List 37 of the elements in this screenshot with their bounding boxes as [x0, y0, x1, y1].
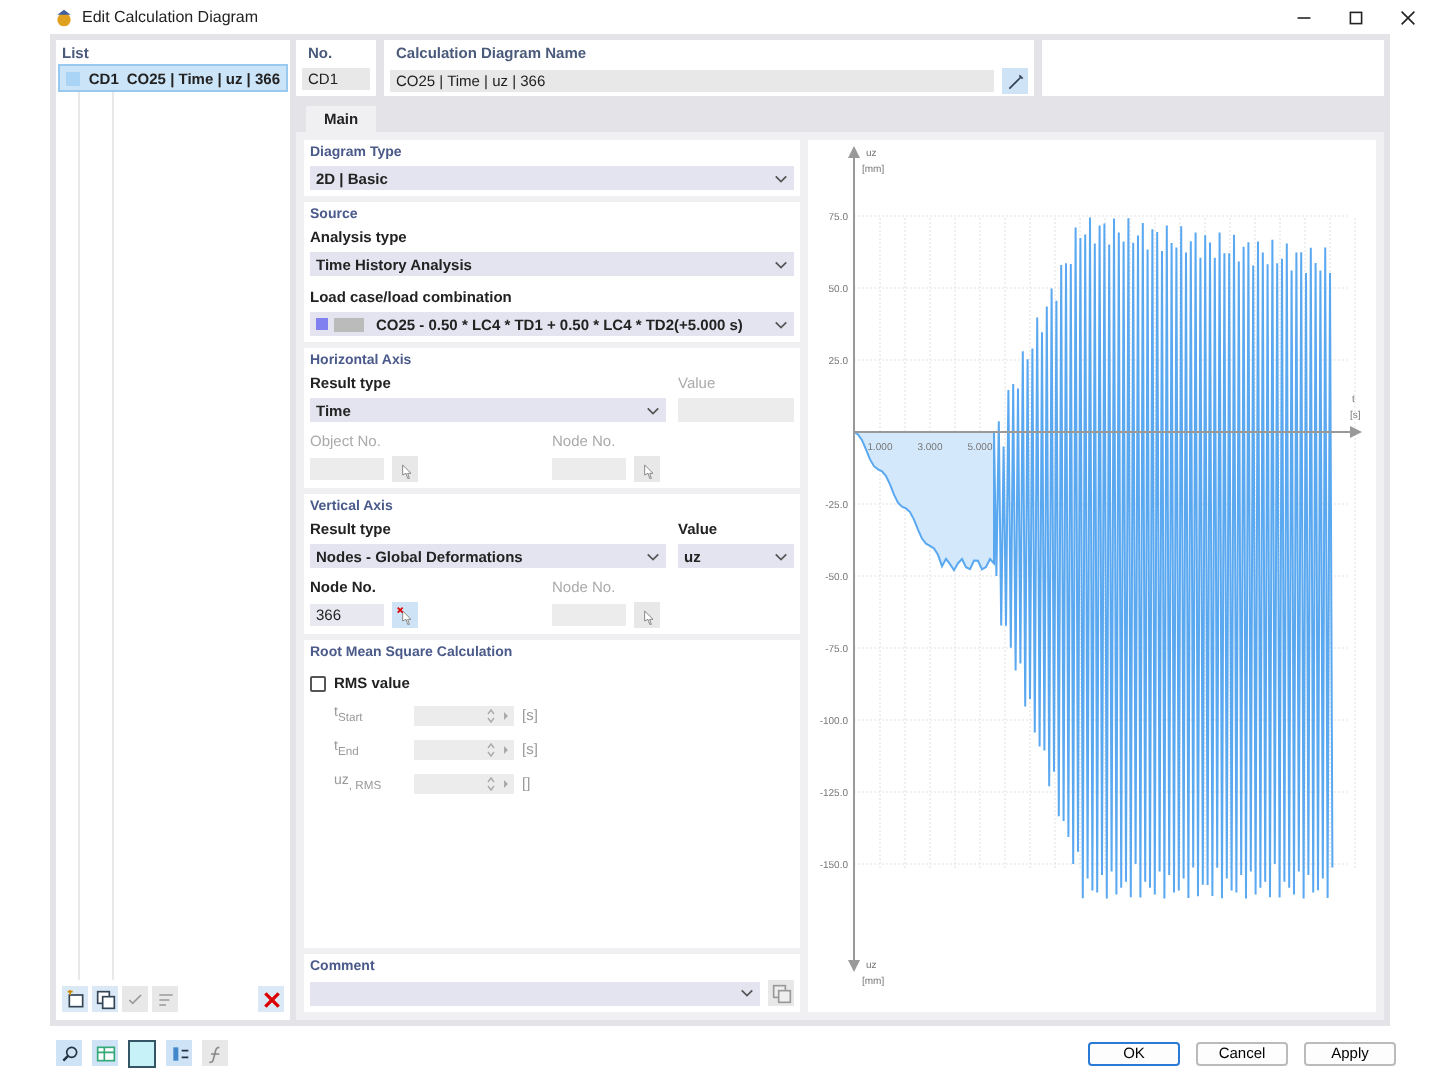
copy-icon[interactable]	[92, 986, 118, 1012]
chevron-down-icon	[774, 319, 788, 329]
sort-icon[interactable]	[152, 986, 178, 1012]
spinner-arrows-icon[interactable]	[482, 739, 514, 759]
edit-icon[interactable]	[1002, 68, 1028, 94]
spinner-arrows-icon[interactable]	[482, 773, 514, 793]
comment-field[interactable]	[310, 981, 760, 1005]
pick-icon[interactable]	[392, 602, 418, 628]
chevron-down-icon	[740, 988, 754, 998]
spin-field[interactable]	[414, 705, 514, 725]
pick-icon[interactable]	[634, 602, 660, 628]
rms-checkbox[interactable]	[310, 676, 326, 692]
pick-icon[interactable]	[392, 456, 418, 482]
spin-field[interactable]	[414, 773, 514, 793]
new-item-icon[interactable]	[62, 986, 88, 1012]
chevron-down-icon	[774, 173, 788, 183]
window-title: Edit Calculation Diagram	[82, 8, 259, 26]
chevron-down-icon	[774, 259, 788, 269]
area-fill	[854, 432, 994, 571]
table-icon[interactable]	[92, 1040, 118, 1066]
search-icon[interactable]	[56, 1040, 82, 1066]
delete-icon[interactable]	[258, 986, 284, 1012]
color-swatch	[334, 317, 364, 331]
function-icon[interactable]	[202, 1040, 228, 1066]
check-icon[interactable]	[122, 986, 148, 1012]
maximize-icon[interactable]	[1348, 9, 1364, 25]
close-icon[interactable]	[1400, 9, 1416, 25]
chevron-down-icon	[774, 551, 788, 561]
color-square-icon[interactable]	[128, 1039, 156, 1067]
spinner-arrows-icon[interactable]	[482, 705, 514, 725]
chevron-down-icon	[646, 551, 660, 561]
pick-icon[interactable]	[634, 456, 660, 482]
spin-field[interactable]	[414, 739, 514, 759]
settings-icon[interactable]	[166, 1040, 192, 1066]
app-icon	[54, 7, 74, 27]
color-swatch	[316, 318, 328, 330]
chevron-down-icon	[646, 405, 660, 415]
